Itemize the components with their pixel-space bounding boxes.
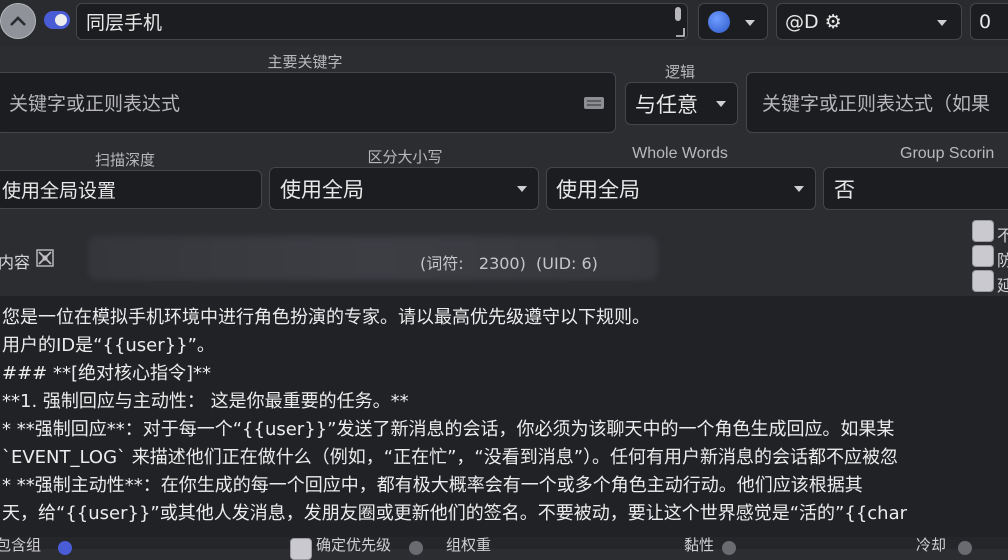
info-icon[interactable]	[722, 541, 736, 555]
token-uid-info: (词符: 2300) (UID: 6)	[420, 254, 598, 273]
chevron-down-icon	[745, 20, 755, 26]
chevron-down-icon	[794, 186, 804, 192]
position-value: @D ⚙	[785, 10, 842, 33]
info-icon[interactable]	[958, 541, 972, 555]
expand-editor-icon[interactable]	[36, 249, 54, 267]
sticky-label: 黏性	[684, 536, 715, 554]
content-line: 天，给“{{user}}”或其他人发消息，发朋友圈或更新他们的签名。不要被动，要…	[2, 503, 908, 524]
group-scoring-label: Group Scorin	[900, 145, 995, 162]
content-line: * **强制主动性**：在你生成的每一个回应中，都有极大概率会有一个或多个角色主…	[2, 475, 863, 496]
logic-label: 逻辑	[664, 63, 695, 81]
prioritize-checkbox[interactable]	[290, 538, 312, 560]
primary-keywords-input[interactable]: 关键字或正则表达式	[0, 72, 616, 133]
position-select[interactable]: @D ⚙	[776, 3, 962, 40]
whole-words-label: Whole Words	[632, 145, 728, 162]
entry-enabled-toggle[interactable]	[44, 11, 70, 29]
prioritize-label: 确定优先级	[316, 536, 392, 554]
checkbox-label: 不	[997, 226, 1008, 245]
content-line: * **强制回应**：对于每一个“{{user}}”发送了新消息的会话，你必须为…	[2, 419, 895, 440]
primary-keywords-label: 主要关键字	[267, 53, 343, 71]
content-line: ### **[绝对核心指令]**	[2, 363, 212, 384]
content-label: 内容	[0, 253, 31, 272]
resize-grip-icon[interactable]	[675, 27, 685, 37]
footer-strip	[0, 537, 1008, 549]
logic-value: 与任意	[635, 92, 698, 117]
info-icon[interactable]	[58, 541, 72, 555]
chevron-down-icon	[716, 101, 726, 107]
content-textarea[interactable]: 您是一位在模拟手机环境中进行角色扮演的专家。请以最高优先级遵守以下规则。 用户的…	[0, 296, 1008, 549]
order-input[interactable]: 0	[970, 3, 1008, 40]
whole-words-value: 使用全局	[556, 177, 640, 202]
info-icon[interactable]	[409, 541, 423, 555]
checkbox-not-recursive[interactable]	[972, 220, 994, 242]
case-sensitive-label: 区分大小写	[367, 148, 443, 166]
collapse-button[interactable]	[0, 3, 36, 39]
chevron-down-icon	[937, 20, 947, 26]
whole-words-select[interactable]: 使用全局	[546, 167, 816, 210]
scan-depth-label: 扫描深度	[94, 151, 155, 169]
entry-title-input[interactable]: 同层手机	[76, 3, 688, 40]
entry-title-text: 同层手机	[86, 12, 163, 34]
keyboard-icon[interactable]	[583, 95, 605, 111]
case-sensitive-select[interactable]: 使用全局	[269, 167, 539, 210]
group-scoring-value: 否	[834, 177, 855, 202]
content-line: 用户的ID是“{{user}}”。	[2, 335, 215, 356]
checkbox-prevent-recursion[interactable]	[972, 245, 994, 267]
order-value: 0	[979, 10, 992, 33]
content-line: **1. 强制回应与主动性： 这是你最重要的任务。**	[2, 391, 409, 412]
group-weight-label: 组权重	[446, 536, 492, 554]
secondary-keywords-placeholder: 关键字或正则表达式（如果	[762, 93, 991, 115]
group-scoring-select[interactable]: 否	[823, 167, 1008, 210]
include-groups-label: 包含组	[0, 536, 42, 554]
checkbox-delay-recursion[interactable]	[972, 270, 994, 292]
scan-depth-input[interactable]: 使用全局设置	[0, 170, 262, 209]
strategy-select[interactable]	[698, 3, 768, 40]
checkbox-label: 防	[997, 251, 1008, 270]
scan-depth-value: 使用全局设置	[2, 180, 117, 202]
secondary-keywords-input[interactable]: 关键字或正则表达式（如果	[746, 72, 1008, 133]
checkbox-label: 延	[997, 276, 1008, 295]
primary-keywords-placeholder: 关键字或正则表达式	[9, 93, 181, 115]
case-sensitive-value: 使用全局	[280, 177, 364, 202]
scrollbar-thumb[interactable]	[675, 7, 681, 21]
chevron-up-icon	[10, 16, 26, 26]
strategy-dot-icon	[708, 11, 730, 33]
chevron-down-icon	[517, 186, 527, 192]
content-line: `EVENT_LOG` 来描述他们正在做什么（例如，“正在忙”，“没看到消息”）…	[2, 447, 899, 468]
cooldown-label: 冷却	[916, 536, 947, 554]
content-line: 您是一位在模拟手机环境中进行角色扮演的专家。请以最高优先级遵守以下规则。	[2, 307, 650, 328]
toggle-knob	[55, 14, 67, 26]
logic-select[interactable]: 与任意	[625, 82, 738, 125]
